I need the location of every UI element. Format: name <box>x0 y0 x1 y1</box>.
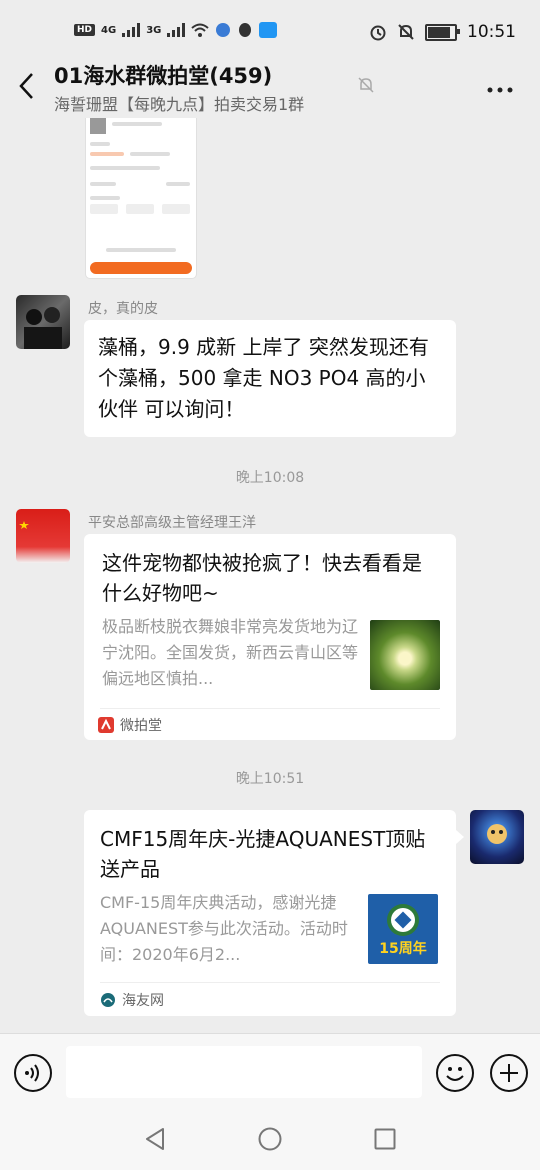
avatar[interactable] <box>16 295 70 349</box>
image-text-line <box>90 152 124 156</box>
image-text-line <box>112 122 162 126</box>
status-bar: HD 4G 3G 10:51 <box>0 0 540 62</box>
qq-icon <box>239 23 252 37</box>
mute-notifications-icon <box>398 24 414 40</box>
timestamp: 晚上10:51 <box>235 771 305 787</box>
chat-area[interactable]: 皮，真的皮 藻桶，9.9 成新 上岸了 突然发现还有个藻桶，500 拿走 NO3… <box>0 118 540 1033</box>
card-source: 微拍堂 <box>98 715 162 735</box>
card-title: CMF15周年庆-光捷AQUANEST顶贴送产品 <box>100 827 426 881</box>
plus-icon <box>500 1064 518 1082</box>
status-right: 10:51 <box>369 22 516 42</box>
message-app-icon <box>259 22 278 38</box>
image-text-line <box>90 204 118 214</box>
chevron-left-icon <box>19 73 33 99</box>
image-text-line <box>90 166 160 170</box>
weipaitang-logo-icon <box>98 717 114 733</box>
image-text-line <box>162 204 190 214</box>
more-actions-button[interactable] <box>490 1054 528 1092</box>
nav-back-icon[interactable] <box>144 1127 166 1151</box>
flag-avatar-image <box>19 521 29 529</box>
image-thumbnail <box>90 118 106 134</box>
chat-subtitle: 海誓珊盟【每晚九点】拍卖交易1群 <box>54 95 305 114</box>
image-orange-button <box>90 262 192 274</box>
status-left: HD 4G 3G <box>74 22 278 38</box>
nav-recents-icon[interactable] <box>374 1128 396 1150</box>
card-divider <box>100 982 440 983</box>
image-message[interactable] <box>86 118 196 278</box>
avatar-image <box>24 307 62 349</box>
card-source-label: 海友网 <box>122 993 164 1009</box>
card-description: CMF-15周年庆典活动，感谢光捷AQUANEST参与此次活动。活动时间：202… <box>100 893 348 964</box>
message-bubble[interactable]: 藻桶，9.9 成新 上岸了 突然发现还有个藻桶，500 拿走 NO3 PO4 高… <box>84 320 456 437</box>
input-bar <box>0 1033 540 1110</box>
network-3g-indicator: 3G <box>146 24 162 36</box>
card-description: 极品断枝脱衣舞娘非常亮发货地为辽宁沈阳。全国发货，新西云青山区等偏远地区慎拍..… <box>102 617 359 688</box>
link-card[interactable]: 这件宠物都快被抢疯了！快去看看是什么好物吧~ 极品断枝脱衣舞娘非常亮发货地为辽宁… <box>84 534 456 740</box>
mute-bell-icon <box>358 77 374 93</box>
sender-name: 皮，真的皮 <box>88 301 158 317</box>
message-text: 藻桶，9.9 成新 上岸了 突然发现还有个藻桶，500 拿走 NO3 PO4 高… <box>98 335 429 421</box>
alarm-icon <box>370 25 386 41</box>
hd-badge: HD <box>74 24 96 36</box>
card-divider <box>100 708 440 709</box>
message-input[interactable] <box>66 1046 422 1098</box>
image-text-line <box>90 142 110 146</box>
card-source: 海友网 <box>100 990 164 1010</box>
timestamp: 晚上10:08 <box>235 470 305 486</box>
system-nav-bar <box>0 1109 540 1170</box>
image-text-line <box>126 204 154 214</box>
image-text-line <box>90 182 116 186</box>
image-text-line <box>130 152 170 156</box>
signal-icon-2 <box>167 23 186 37</box>
card-thumbnail <box>370 620 440 690</box>
app-notification-icon <box>216 23 231 37</box>
network-4g-indicator: 4G <box>101 24 117 36</box>
thumbnail-text: 15周年 <box>379 941 427 957</box>
link-card[interactable]: CMF15周年庆-光捷AQUANEST顶贴送产品 CMF-15周年庆典活动，感谢… <box>84 810 456 1016</box>
nav-home-icon[interactable] <box>258 1127 282 1151</box>
image-text-line <box>106 248 176 252</box>
avatar[interactable] <box>16 509 70 563</box>
voice-icon <box>25 1064 39 1082</box>
image-text-line <box>90 196 120 200</box>
clock: 10:51 <box>467 22 516 42</box>
back-button[interactable] <box>18 72 34 107</box>
my-avatar[interactable] <box>470 810 524 864</box>
signal-icon <box>122 23 141 37</box>
card-source-label: 微拍堂 <box>120 718 162 734</box>
card-thumbnail: 15周年 <box>368 894 438 964</box>
wifi-icon <box>191 23 210 37</box>
emoji-icon <box>446 1067 464 1081</box>
card-title: 这件宠物都快被抢疯了！快去看看是什么好物吧~ <box>102 551 422 605</box>
sender-name: 平安总部高级主管经理王洋 <box>88 515 256 531</box>
more-options-button[interactable] <box>486 68 514 103</box>
haiyouwang-logo-icon <box>101 993 115 1007</box>
bubble-tail <box>456 830 464 844</box>
avatar-image <box>487 824 507 844</box>
battery-icon <box>425 23 460 41</box>
chat-title: 01海水群微拍堂(459) <box>54 64 273 88</box>
voice-button[interactable] <box>14 1054 52 1092</box>
chat-header: 01海水群微拍堂(459) 海誓珊盟【每晚九点】拍卖交易1群 <box>0 62 540 118</box>
image-text-line <box>166 182 190 186</box>
emoji-button[interactable] <box>436 1054 474 1092</box>
more-icon <box>487 87 513 93</box>
